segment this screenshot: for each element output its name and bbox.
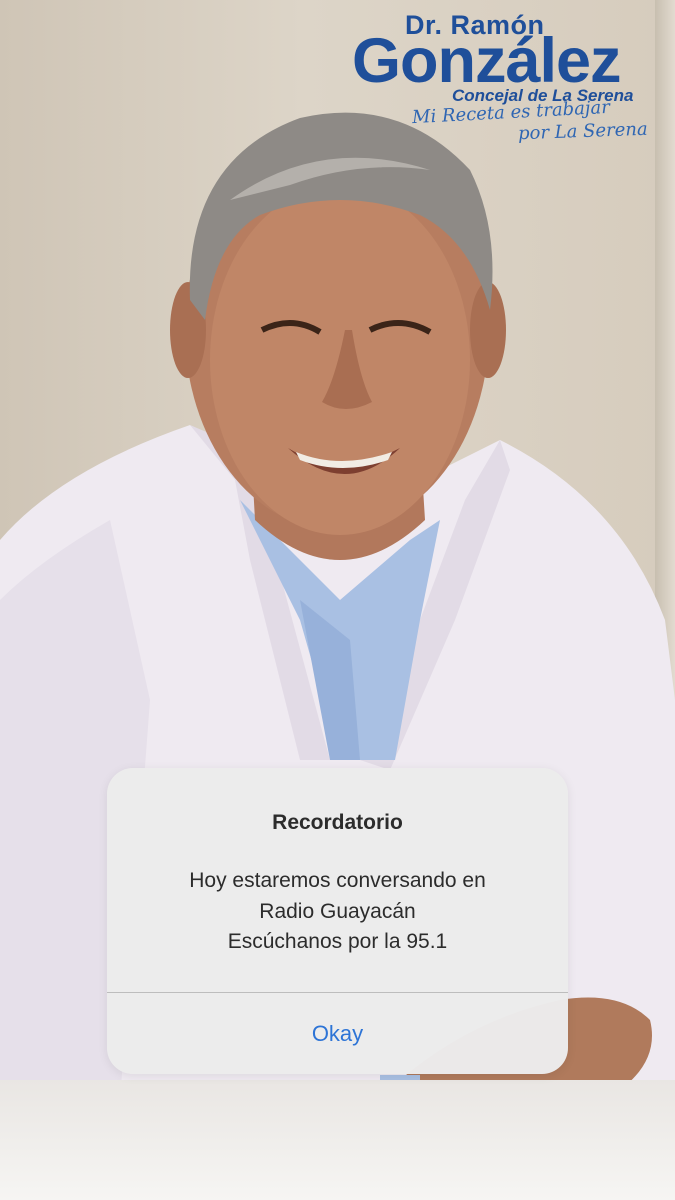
reminder-alert-dialog: Recordatorio Hoy estaremos conversando e… bbox=[107, 768, 568, 1074]
alert-message-line: Radio Guayacán bbox=[259, 899, 416, 923]
alert-message-line: Hoy estaremos conversando en bbox=[189, 869, 486, 892]
alert-title: Recordatorio bbox=[272, 811, 403, 834]
logo-slogan-line2: por La Serena bbox=[517, 118, 648, 145]
desk-surface bbox=[0, 1080, 675, 1200]
okay-button[interactable]: Okay bbox=[107, 993, 568, 1074]
alert-message-line: Escúchanos por la 95.1 bbox=[227, 930, 448, 953]
alert-message: Hoy estaremos conversando en Radio Guaya… bbox=[127, 866, 548, 958]
candidate-logo: Dr. Ramón González Concejal de La Serena… bbox=[350, 8, 670, 148]
